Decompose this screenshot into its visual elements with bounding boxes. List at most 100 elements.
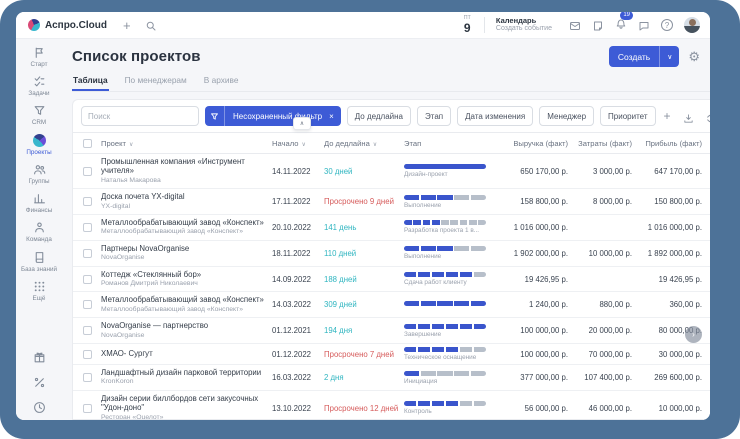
table-row[interactable]: Партнеры NovaOrganiseNovaOrganise18.11.2…: [73, 241, 710, 267]
search-input[interactable]: [81, 106, 199, 126]
calendar-day: 9: [464, 22, 471, 34]
row-checkbox[interactable]: [83, 373, 92, 382]
sidebar-item-группы[interactable]: Группы: [17, 163, 61, 185]
sidebar-item-финансы[interactable]: Финансы: [17, 192, 61, 214]
sort-direction-badge[interactable]: ∧: [293, 117, 311, 130]
column-project[interactable]: Проект∨: [101, 139, 272, 148]
row-checkbox[interactable]: [83, 350, 92, 359]
calendar-date[interactable]: ПТ 9: [464, 16, 471, 34]
profit-cell: 1 016 000,00 р.: [632, 223, 710, 232]
help-icon[interactable]: ?: [661, 19, 673, 31]
sidebar-item-label: Старт: [17, 61, 61, 68]
row-checkbox[interactable]: [83, 223, 92, 232]
filter-button-менеджер[interactable]: Менеджер: [539, 106, 594, 126]
table-row[interactable]: Доска почета YX-digitalYX-digital17.11.2…: [73, 189, 710, 215]
download-icon[interactable]: [683, 111, 694, 122]
row-checkbox[interactable]: [83, 404, 92, 413]
clock-icon[interactable]: [33, 401, 46, 414]
row-checkbox[interactable]: [83, 275, 92, 284]
sidebar-item-команда[interactable]: Команда: [17, 221, 61, 243]
close-icon[interactable]: ×: [328, 112, 341, 121]
project-name[interactable]: Доска почета YX-digital: [101, 192, 266, 201]
scroll-right-button[interactable]: ›: [685, 326, 702, 343]
stage-label: Контроль: [404, 408, 494, 415]
column-start[interactable]: Начало∨: [272, 139, 324, 148]
filter-button-до-дедлайна[interactable]: До дедлайна: [347, 106, 411, 126]
costs-cell: 20 000,00 р.: [568, 326, 632, 335]
sidebar-item-label: CRM: [17, 119, 61, 126]
discount-icon[interactable]: [33, 376, 46, 389]
sidebar-item-база-знаний[interactable]: База знаний: [17, 251, 61, 273]
start-date: 17.11.2022: [272, 197, 324, 206]
tab-по-менеджерам[interactable]: По менеджерам: [124, 72, 188, 91]
project-name[interactable]: Металлообрабатывающий завод «Конспект»: [101, 295, 266, 304]
sidebar-item-проекты[interactable]: Проекты: [17, 134, 61, 156]
topbar: Аспро.Cloud + ПТ 9 Календарь Создать соб…: [16, 12, 710, 39]
notifications-bell[interactable]: 19: [615, 16, 627, 34]
quick-add-icon[interactable]: +: [123, 19, 131, 32]
column-profit[interactable]: Прибыль (факт): [632, 139, 710, 148]
row-checkbox[interactable]: [83, 249, 92, 258]
active-filter-chip[interactable]: Несохраненный фильтр ×: [205, 106, 341, 126]
sidebar-item-старт[interactable]: Старт: [17, 46, 61, 68]
tab-в-архиве[interactable]: В архиве: [203, 72, 240, 91]
profit-cell: 150 800,00 р.: [632, 197, 710, 206]
row-checkbox[interactable]: [83, 300, 92, 309]
add-filter-icon[interactable]: +: [664, 110, 671, 122]
project-name[interactable]: Промышленная компания «Инструмент учител…: [101, 157, 266, 176]
project-name[interactable]: Металлообрабатывающий завод «Конспект»: [101, 218, 266, 227]
sidebar-item-crm[interactable]: CRM: [17, 104, 61, 126]
team-icon: [33, 221, 46, 234]
sidebar-bottom-icons: [33, 351, 46, 414]
table-row[interactable]: Ландшафтный дизайн парковой территорииKr…: [73, 365, 710, 391]
deadline-cell: Просрочено 9 дней: [324, 197, 404, 206]
table-row[interactable]: Металлообрабатывающий завод «Конспект»Ме…: [73, 215, 710, 241]
mail-icon[interactable]: [569, 19, 581, 31]
search-icon[interactable]: [145, 19, 157, 31]
create-button[interactable]: Создать ∨: [609, 46, 679, 67]
filter-button-дата-изменения[interactable]: Дата изменения: [457, 106, 533, 126]
chevron-down-icon[interactable]: ∨: [660, 53, 679, 61]
costs-cell: 70 000,00 р.: [568, 350, 632, 359]
filter-button-приоритет[interactable]: Приоритет: [600, 106, 655, 126]
project-name[interactable]: NovaOrganise — партнерство: [101, 321, 266, 330]
table-row[interactable]: ХМАО- Сургут01.12.2022Просрочено 7 днейТ…: [73, 344, 710, 365]
column-stage[interactable]: Этап: [404, 139, 496, 148]
user-avatar[interactable]: [684, 17, 700, 33]
project-name[interactable]: Партнеры NovaOrganise: [101, 244, 266, 253]
revenue-cell: 1 016 000,00 р.: [496, 223, 568, 232]
project-name[interactable]: ХМАО- Сургут: [101, 349, 266, 358]
gear-icon[interactable]: ⚙: [688, 50, 700, 63]
sidebar-item-ещё[interactable]: Ещё: [17, 280, 61, 302]
row-checkbox[interactable]: [83, 326, 92, 335]
table-row[interactable]: Дизайн серии биллбордов сети закусочных …: [73, 391, 710, 419]
notes-icon[interactable]: [592, 19, 604, 31]
brand[interactable]: Аспро.Cloud: [28, 19, 107, 31]
table-row[interactable]: NovaOrganise — партнерствоNovaOrganise01…: [73, 318, 710, 344]
calendar-create-event[interactable]: Создать событие: [496, 25, 552, 34]
row-checkbox[interactable]: [83, 197, 92, 206]
sidebar-item-задачи[interactable]: Задачи: [17, 75, 61, 97]
table-header: Проект∨ Начало∨ До дедлайна∨ Этап Выручк…: [73, 133, 710, 154]
gift-icon[interactable]: [33, 351, 46, 364]
calendar-widget[interactable]: Календарь Создать событие: [496, 16, 552, 34]
create-button-label: Создать: [609, 52, 659, 62]
column-deadline[interactable]: До дедлайна∨: [324, 139, 404, 148]
project-name[interactable]: Коттедж «Стеклянный бор»: [101, 270, 266, 279]
column-revenue[interactable]: Выручка (факт): [496, 139, 568, 148]
select-all-checkbox[interactable]: [83, 139, 92, 148]
stage-progress-bar: [404, 246, 486, 251]
project-name[interactable]: Дизайн серии биллбордов сети закусочных …: [101, 394, 266, 413]
chat-icon[interactable]: [638, 19, 650, 31]
project-subtitle: Романов Дмитрий Николаевич: [101, 280, 266, 288]
filter-button-этап[interactable]: Этап: [417, 106, 451, 126]
tab-таблица[interactable]: Таблица: [72, 72, 109, 91]
table-row[interactable]: Коттедж «Стеклянный бор»Романов Дмитрий …: [73, 267, 710, 293]
funnel-icon[interactable]: [205, 106, 225, 126]
column-costs[interactable]: Затраты (факт): [568, 139, 632, 148]
table-row[interactable]: Промышленная компания «Инструмент учител…: [73, 154, 710, 189]
table-row[interactable]: Металлообрабатывающий завод «Конспект»Ме…: [73, 292, 710, 318]
expand-rows-icon[interactable]: [704, 111, 710, 122]
project-name[interactable]: Ландшафтный дизайн парковой территории: [101, 368, 266, 377]
row-checkbox[interactable]: [83, 167, 92, 176]
